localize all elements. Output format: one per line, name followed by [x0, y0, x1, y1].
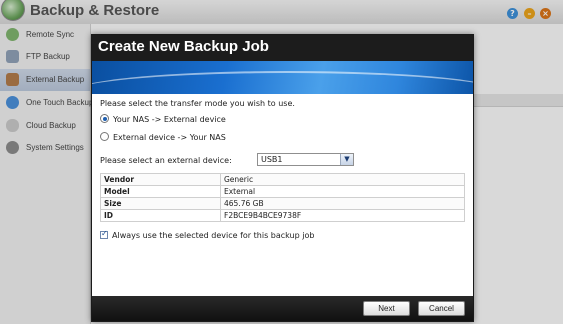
next-button[interactable]: Next: [363, 301, 410, 316]
device-info-key: Vendor: [100, 173, 221, 186]
checkmark-icon: ✓: [101, 228, 108, 238]
device-info-value: Generic: [220, 173, 465, 186]
device-info-key: ID: [100, 209, 221, 222]
dialog-title: Create New Backup Job: [98, 38, 269, 55]
banner-wave-decoration: [92, 71, 473, 94]
create-backup-job-dialog: Create New Backup Job Please select the …: [91, 34, 474, 322]
device-select[interactable]: USB1 ▼: [257, 153, 354, 166]
dialog-body: Please select the transfer mode you wish…: [92, 94, 473, 296]
always-use-label: Always use the selected device for this …: [112, 231, 315, 240]
radio-button-selected[interactable]: [100, 114, 109, 123]
device-info-key: Model: [100, 185, 221, 198]
device-select-label: Please select an external device:: [100, 156, 232, 165]
device-info-key: Size: [100, 197, 221, 210]
mode-option-label: Your NAS -> External device: [113, 115, 226, 124]
mode-option-nas-to-external[interactable]: Your NAS -> External device: [100, 114, 226, 127]
always-use-device-option[interactable]: ✓ Always use the selected device for this…: [100, 228, 315, 242]
table-row: Model External: [100, 185, 465, 198]
mode-option-label: External device -> Your NAS: [113, 133, 226, 142]
table-row: Size 465.76 GB: [100, 197, 465, 210]
mode-option-external-to-nas[interactable]: External device -> Your NAS: [100, 132, 226, 145]
dialog-titlebar[interactable]: Create New Backup Job: [92, 35, 473, 61]
device-info-value: F2BCE9B4BCE9738F: [220, 209, 465, 222]
dialog-banner: [92, 61, 473, 94]
dialog-footer: Next Cancel: [92, 296, 473, 321]
table-row: ID F2BCE9B4BCE9738F: [100, 209, 465, 222]
chevron-down-icon[interactable]: ▼: [340, 154, 353, 165]
device-select-value: USB1: [261, 155, 283, 164]
device-info-table: Vendor Generic Model External Size 465.7…: [100, 173, 465, 222]
table-row: Vendor Generic: [100, 173, 465, 186]
device-info-value: 465.76 GB: [220, 197, 465, 210]
transfer-mode-prompt: Please select the transfer mode you wish…: [100, 99, 295, 108]
always-use-checkbox[interactable]: ✓: [100, 228, 108, 239]
cancel-button[interactable]: Cancel: [418, 301, 465, 316]
device-info-value: External: [220, 185, 465, 198]
radio-button[interactable]: [100, 132, 109, 141]
